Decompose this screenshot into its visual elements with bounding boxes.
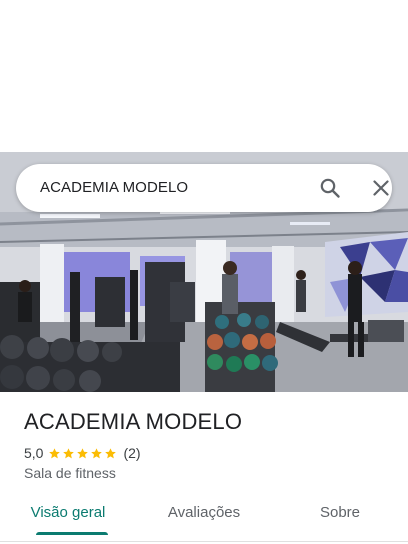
tab-overview[interactable]: Visão geral	[0, 504, 136, 521]
close-icon[interactable]	[369, 176, 393, 200]
active-tab-indicator	[36, 532, 108, 535]
star-icon	[49, 447, 61, 458]
star-icon	[63, 447, 75, 458]
tabs-divider	[0, 541, 408, 542]
star-icon	[105, 447, 117, 458]
place-category: Sala de fitness	[24, 465, 116, 481]
place-title: ACADEMIA MODELO	[24, 409, 243, 434]
rating-value: 5,0	[24, 445, 44, 461]
search-icon[interactable]	[318, 176, 342, 200]
rating-row[interactable]: 5,0 (2)	[24, 444, 141, 462]
tab-about[interactable]: Sobre	[272, 504, 408, 521]
tab-bar: Visão geral Avaliações Sobre	[0, 494, 408, 538]
review-count[interactable]: (2)	[123, 445, 140, 461]
map-blank-area	[0, 0, 408, 152]
star-icon	[91, 447, 103, 458]
star-icon	[77, 447, 89, 458]
tab-reviews[interactable]: Avaliações	[136, 504, 272, 521]
search-query-text[interactable]: ACADEMIA MODELO	[40, 179, 188, 196]
star-rating	[48, 447, 118, 460]
search-bar[interactable]: ACADEMIA MODELO	[16, 164, 392, 212]
